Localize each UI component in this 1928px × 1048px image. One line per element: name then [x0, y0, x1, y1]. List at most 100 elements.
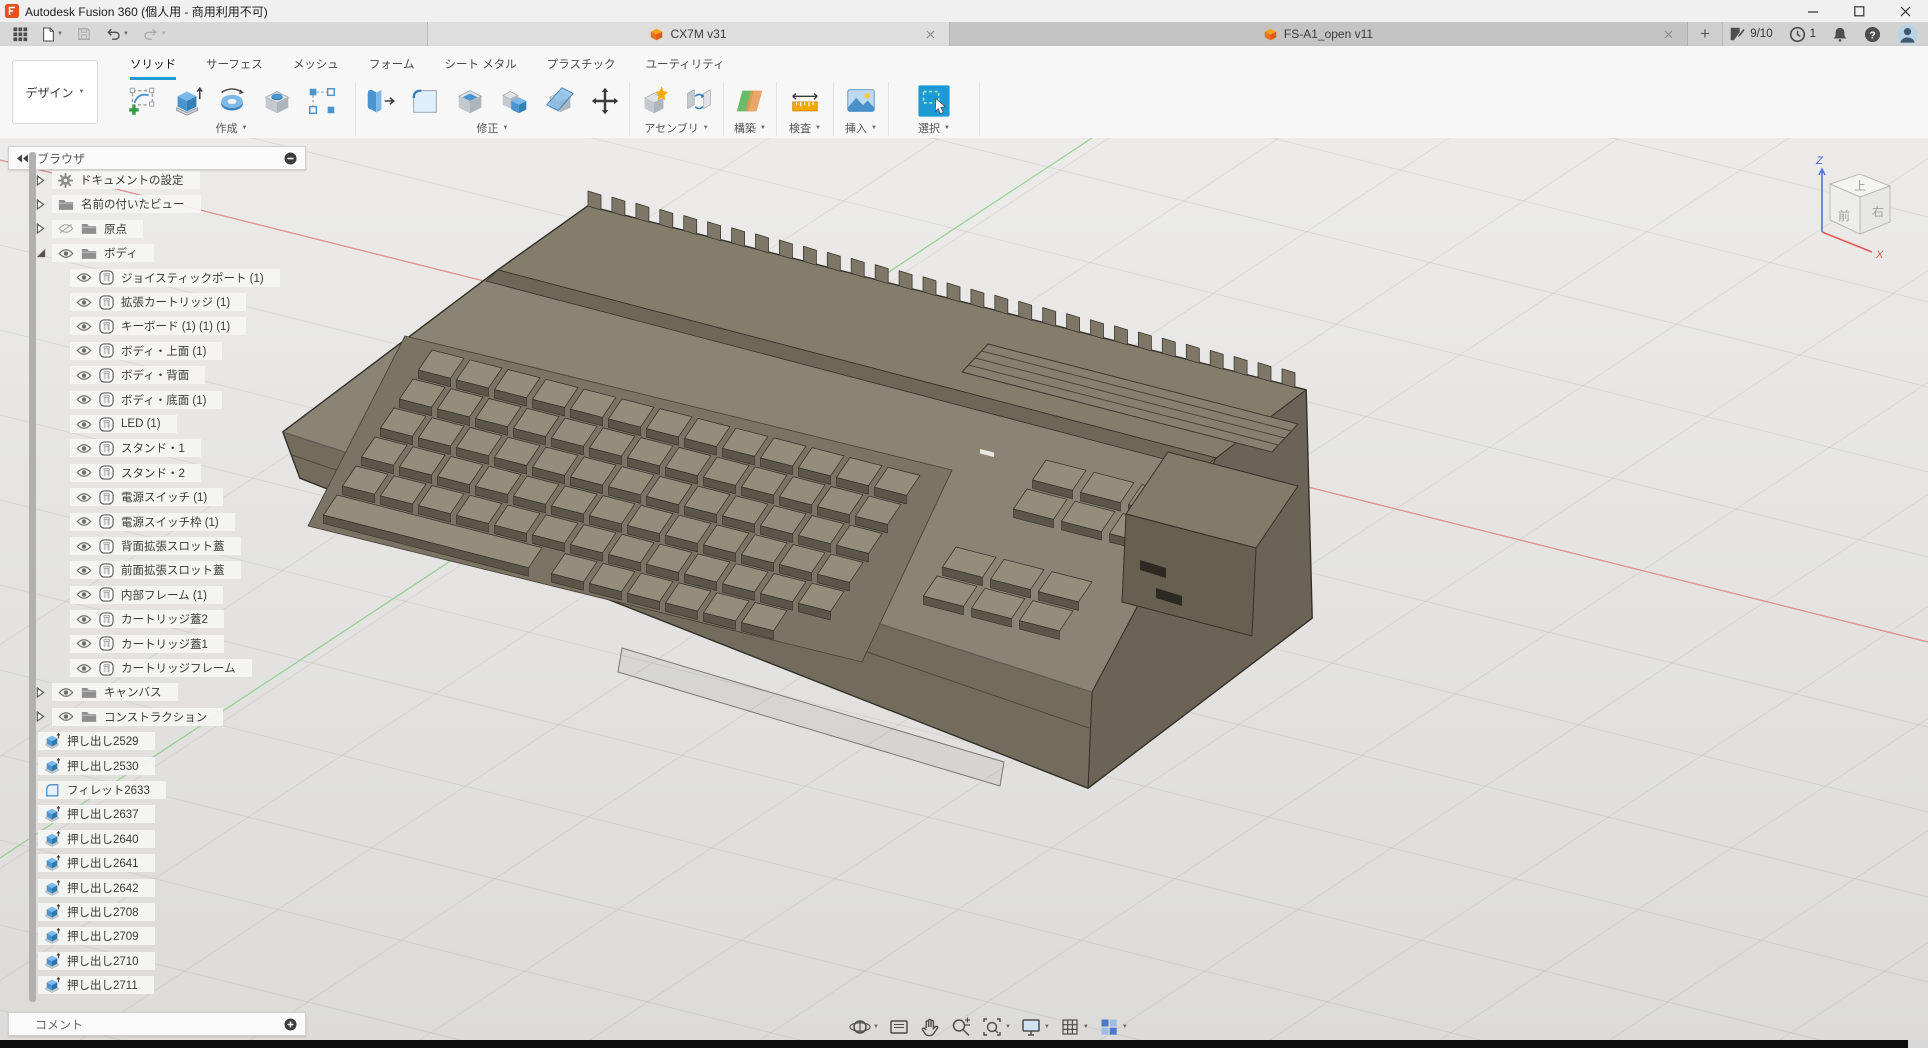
account-button[interactable]: [1897, 24, 1918, 45]
expand-closed-icon[interactable]: [36, 199, 47, 210]
new-component-icon[interactable]: [637, 84, 671, 118]
ribbon-tab-3[interactable]: メッシュ: [293, 56, 339, 80]
expand-closed-icon[interactable]: [36, 223, 47, 234]
extrude-icon[interactable]: [170, 84, 204, 118]
browser-tree-item[interactable]: 内部フレーム (1): [70, 586, 223, 604]
visibility-on-icon[interactable]: [76, 638, 92, 649]
split-body-icon[interactable]: [543, 84, 577, 118]
browser-tree-item[interactable]: 名前の付いたビュー: [36, 195, 201, 213]
ribbon-group-label[interactable]: 構築▼: [724, 120, 776, 136]
new-tab-button[interactable]: +: [1688, 22, 1723, 46]
browser-tree-item[interactable]: 電源スイッチ枠 (1): [70, 513, 235, 531]
browser-tree-item[interactable]: ボディ: [36, 244, 154, 262]
ribbon-group-label[interactable]: 修正▼: [356, 120, 629, 136]
help-button[interactable]: ?: [1864, 26, 1881, 43]
hole-icon[interactable]: [260, 84, 294, 118]
undo-icon[interactable]: ▼: [100, 26, 134, 42]
3d-viewport[interactable]: Z X 上 前 右 ブラウザ ドキュメントの設定名前の付いたビュー原点ボディジョ: [0, 138, 1928, 1040]
pan-button[interactable]: [916, 1015, 944, 1039]
ribbon-group-label[interactable]: 選択▼: [889, 120, 979, 136]
timeline-feature-item[interactable]: 押し出し2529: [38, 732, 155, 750]
timeline-feature-item[interactable]: 押し出し2640: [38, 830, 155, 848]
visibility-on-icon[interactable]: [58, 687, 74, 698]
visibility-on-icon[interactable]: [76, 565, 92, 576]
visibility-on-icon[interactable]: [76, 321, 92, 332]
move-icon[interactable]: [588, 84, 622, 118]
visibility-on-icon[interactable]: [76, 272, 92, 283]
expand-closed-icon[interactable]: [36, 687, 47, 698]
visibility-on-icon[interactable]: [76, 516, 92, 527]
browser-tree-item[interactable]: キーボード (1) (1) (1): [70, 317, 246, 335]
browser-tree-item[interactable]: カートリッジ蓋2: [70, 610, 224, 628]
timeline-feature-item[interactable]: 押し出し2708: [38, 903, 155, 921]
expand-closed-icon[interactable]: [36, 175, 47, 186]
browser-tree-item[interactable]: ボディ・背面: [70, 366, 205, 384]
visibility-on-icon[interactable]: [58, 711, 74, 722]
browser-tree-item[interactable]: LED (1): [70, 415, 177, 433]
browser-tree-item[interactable]: カートリッジフレーム: [70, 659, 252, 677]
browser-tree-item[interactable]: ドキュメントの設定: [36, 171, 200, 189]
browser-tree-item[interactable]: ジョイスティックポート (1): [70, 269, 280, 287]
visibility-on-icon[interactable]: [76, 614, 92, 625]
workspace-selector[interactable]: デザイン ▼: [12, 60, 98, 124]
browser-panel-header[interactable]: ブラウザ: [8, 146, 306, 170]
visibility-on-icon[interactable]: [76, 467, 92, 478]
history-button[interactable]: 1: [1789, 26, 1816, 43]
add-comment-icon[interactable]: [284, 1018, 297, 1031]
visibility-on-icon[interactable]: [76, 419, 92, 430]
app-menu-icon[interactable]: [8, 25, 33, 44]
tab-close-icon[interactable]: [923, 27, 937, 41]
comment-bar[interactable]: コメント: [8, 1012, 306, 1036]
timeline-feature-item[interactable]: 押し出し2530: [38, 757, 155, 775]
insert-image-icon[interactable]: [844, 84, 878, 118]
ribbon-group-label[interactable]: 作成▼: [108, 120, 355, 136]
document-tab-active[interactable]: CX7M v31: [428, 22, 950, 46]
grid-settings-button[interactable]: ▼: [1056, 1015, 1092, 1039]
ribbon-group-label[interactable]: アセンブリ▼: [630, 120, 723, 136]
press-pull-icon[interactable]: [363, 84, 397, 118]
browser-tree-item[interactable]: 前面拡張スロット蓋: [70, 561, 241, 579]
measure-icon[interactable]: [788, 84, 822, 118]
timeline-feature-item[interactable]: 押し出し2641: [38, 854, 155, 872]
expand-open-icon[interactable]: [36, 248, 47, 258]
redo-icon[interactable]: ▼: [138, 26, 172, 42]
browser-tree-item[interactable]: スタンド・1: [70, 439, 201, 457]
create-sketch-icon[interactable]: [125, 84, 159, 118]
viewports-button[interactable]: ▼: [1095, 1015, 1131, 1039]
timeline-feature-item[interactable]: 押し出し2642: [38, 879, 155, 897]
ribbon-tab-4[interactable]: フォーム: [369, 56, 415, 80]
browser-tree-item[interactable]: スタンド・2: [70, 464, 201, 482]
browser-tree-item[interactable]: ボディ・上面 (1): [70, 342, 222, 360]
visibility-off-icon[interactable]: [58, 223, 74, 234]
ribbon-tab-6[interactable]: プラスチック: [547, 56, 616, 80]
tab-close-icon[interactable]: [1661, 27, 1675, 41]
new-file-icon[interactable]: ▼: [37, 25, 68, 44]
browser-tree-item[interactable]: 原点: [36, 220, 143, 238]
view-cube[interactable]: Z X 上 前 右: [1806, 148, 1928, 266]
fit-button[interactable]: ▼: [978, 1015, 1014, 1039]
display-settings-button[interactable]: ▼: [1017, 1015, 1053, 1039]
timeline-feature-item[interactable]: 押し出し2709: [38, 927, 155, 945]
browser-tree-item[interactable]: キャンバス: [36, 683, 178, 701]
ribbon-tab-5[interactable]: シート メタル: [444, 56, 516, 80]
visibility-on-icon[interactable]: [76, 589, 92, 600]
visibility-on-icon[interactable]: [76, 541, 92, 552]
construction-plane-icon[interactable]: [733, 84, 767, 118]
visibility-on-icon[interactable]: [76, 443, 92, 454]
zoom-button[interactable]: [947, 1015, 975, 1039]
timeline-feature-item[interactable]: フィレット2633: [38, 781, 166, 799]
close-button[interactable]: [1882, 0, 1928, 22]
browser-tree-item[interactable]: コンストラクション: [36, 708, 223, 726]
timeline-feature-item[interactable]: 押し出し2711: [38, 976, 154, 994]
ribbon-group-label[interactable]: 検査▼: [777, 120, 833, 136]
browser-tree-item[interactable]: 背面拡張スロット蓋: [70, 537, 241, 555]
timeline-feature-item[interactable]: 押し出し2710: [38, 952, 155, 970]
shell-icon[interactable]: [453, 84, 487, 118]
combine-icon[interactable]: [498, 84, 532, 118]
browser-tree-item[interactable]: ボディ・底面 (1): [70, 391, 222, 409]
panel-minimize-icon[interactable]: [284, 152, 297, 165]
collapse-panel-icon[interactable]: [16, 154, 29, 163]
notifications-button[interactable]: [1832, 26, 1848, 42]
job-status-button[interactable]: 9/10: [1728, 25, 1772, 43]
joint-icon[interactable]: [682, 84, 716, 118]
